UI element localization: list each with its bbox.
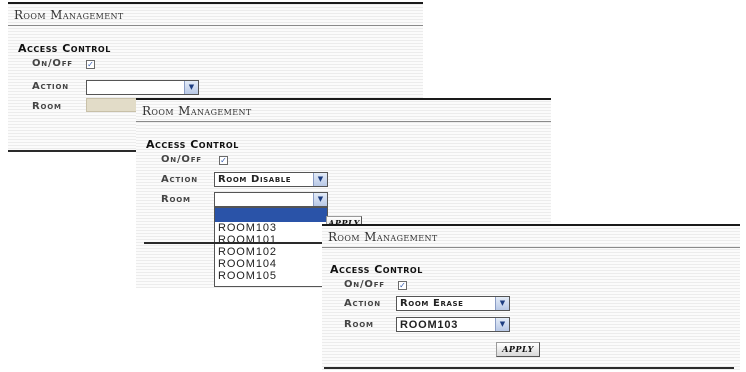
room-option[interactable]: ROOM103 [215, 222, 327, 234]
chevron-down-icon[interactable]: ▼ [495, 297, 509, 310]
panel-bottom-divider [8, 150, 138, 152]
chevron-down-icon[interactable]: ▼ [313, 193, 327, 206]
action-select[interactable]: Room Erase ▼ [396, 296, 510, 311]
check-icon: ✓ [399, 281, 406, 290]
onoff-label: On/Off [32, 58, 73, 69]
room-option[interactable]: ROOM104 [215, 258, 327, 270]
room-management-panel-3: Room Management Access Control On/Off ✓ … [322, 224, 740, 370]
room-select-value: ROOM103 [400, 319, 459, 331]
room-option[interactable]: ROOM105 [215, 270, 327, 282]
room-option-highlighted[interactable] [215, 208, 327, 222]
check-icon: ✓ [87, 60, 94, 69]
chevron-down-icon[interactable]: ▼ [495, 318, 509, 331]
panel-bottom-divider [324, 367, 734, 369]
onoff-label: On/Off [344, 279, 385, 290]
action-select[interactable]: ▼ [86, 80, 199, 95]
onoff-checkbox[interactable]: ✓ [398, 281, 407, 290]
action-select-value: Room Erase [400, 298, 464, 309]
room-option[interactable]: ROOM102 [215, 246, 327, 258]
apply-button[interactable]: APPLY [496, 342, 540, 357]
room-select[interactable]: ▼ [214, 192, 328, 207]
section-title-access-control: Access Control [330, 263, 423, 276]
chevron-down-icon[interactable]: ▼ [184, 81, 198, 94]
room-label: Room [161, 194, 191, 205]
check-icon: ✓ [220, 156, 227, 165]
section-title-access-control: Access Control [146, 138, 239, 151]
action-select[interactable]: Room Disable ▼ [214, 172, 328, 187]
panel-title: Room Management [8, 4, 423, 26]
onoff-checkbox[interactable]: ✓ [219, 156, 228, 165]
panel-bottom-divider [144, 242, 334, 244]
onoff-checkbox[interactable]: ✓ [86, 60, 95, 69]
room-select[interactable]: ROOM103 ▼ [396, 317, 510, 332]
room-dropdown-list[interactable]: ROOM103 ROOM101 ROOM102 ROOM104 ROOM105 [214, 207, 328, 287]
panel-title: Room Management [322, 226, 740, 248]
onoff-label: On/Off [161, 154, 202, 165]
room-label: Room [32, 101, 62, 112]
room-field-disabled [86, 98, 142, 112]
section-title-access-control: Access Control [18, 42, 111, 55]
action-select-value: Room Disable [218, 174, 292, 185]
panel-title: Room Management [136, 100, 551, 122]
action-label: Action [344, 298, 381, 309]
chevron-down-icon[interactable]: ▼ [313, 173, 327, 186]
room-option[interactable]: ROOM101 [215, 234, 327, 246]
action-label: Action [161, 174, 198, 185]
room-label: Room [344, 319, 374, 330]
action-label: Action [32, 81, 69, 92]
